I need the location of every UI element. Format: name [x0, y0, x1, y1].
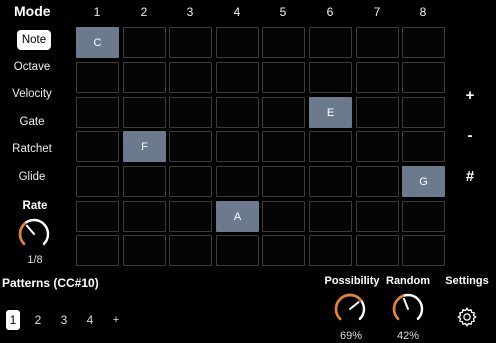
- grid-cell[interactable]: [216, 97, 259, 128]
- grid-cell[interactable]: [169, 131, 212, 162]
- grid-cell[interactable]: [356, 97, 399, 128]
- pattern-4-button[interactable]: 4: [82, 310, 98, 330]
- grid-cell[interactable]: [169, 27, 212, 58]
- grid-cell[interactable]: [169, 201, 212, 232]
- mode-title: Mode: [14, 3, 51, 19]
- grid-cell[interactable]: [216, 166, 259, 197]
- minus-button[interactable]: -: [459, 127, 481, 144]
- grid-cell[interactable]: [169, 235, 212, 266]
- possibility-knob[interactable]: [333, 292, 367, 326]
- grid-cell[interactable]: [402, 201, 445, 232]
- grid-cell[interactable]: [356, 27, 399, 58]
- mode-glide-button[interactable]: Glide: [6, 167, 58, 187]
- grid-cell[interactable]: [262, 131, 305, 162]
- mode-octave-button[interactable]: Octave: [6, 57, 58, 77]
- sharp-button[interactable]: #: [459, 168, 481, 185]
- column-number: 6: [326, 5, 334, 19]
- column-number: 5: [279, 5, 287, 19]
- grid-cell[interactable]: [262, 201, 305, 232]
- grid-cell[interactable]: [309, 131, 352, 162]
- rate-value: 1/8: [27, 254, 43, 266]
- random-label: Random: [386, 275, 430, 287]
- grid-cell[interactable]: [76, 97, 119, 128]
- grid-cell[interactable]: [216, 131, 259, 162]
- plus-button[interactable]: +: [459, 87, 481, 104]
- grid-cell[interactable]: [123, 62, 166, 93]
- grid-cell[interactable]: [356, 131, 399, 162]
- possibility-label: Possibility: [324, 275, 380, 287]
- grid-cell[interactable]: [76, 62, 119, 93]
- column-number: 4: [233, 5, 241, 19]
- grid-cell[interactable]: C: [76, 27, 119, 58]
- grid-cell[interactable]: [262, 27, 305, 58]
- rate-knob[interactable]: [17, 217, 51, 251]
- grid-cell[interactable]: [262, 235, 305, 266]
- pattern-2-button[interactable]: 2: [30, 310, 46, 330]
- column-number: 8: [419, 5, 427, 19]
- grid-cell[interactable]: [216, 62, 259, 93]
- random-knob[interactable]: [391, 292, 425, 326]
- grid-cell[interactable]: [402, 235, 445, 266]
- mode-ratchet-button[interactable]: Ratchet: [6, 139, 58, 159]
- grid-cell[interactable]: [309, 27, 352, 58]
- grid-cell[interactable]: [402, 97, 445, 128]
- grid-cell[interactable]: [76, 166, 119, 197]
- grid-cell[interactable]: [123, 27, 166, 58]
- pattern-3-button[interactable]: 3: [56, 310, 72, 330]
- grid-cell[interactable]: [123, 166, 166, 197]
- grid-cell[interactable]: [309, 201, 352, 232]
- grid-cell[interactable]: [216, 27, 259, 58]
- add-pattern-button[interactable]: +: [108, 310, 124, 330]
- mode-velocity-button[interactable]: Velocity: [6, 84, 58, 104]
- column-number: 2: [140, 5, 148, 19]
- grid-cell[interactable]: [262, 97, 305, 128]
- rate-label: Rate: [22, 200, 48, 212]
- grid-cell[interactable]: A: [216, 201, 259, 232]
- column-number: 7: [373, 5, 381, 19]
- grid-cell[interactable]: [169, 97, 212, 128]
- grid-cell[interactable]: [309, 62, 352, 93]
- grid-cell[interactable]: [402, 27, 445, 58]
- mode-note-button[interactable]: Note: [17, 30, 51, 50]
- grid-cell[interactable]: [76, 131, 119, 162]
- settings-label: Settings: [445, 275, 489, 287]
- grid-cell[interactable]: [123, 97, 166, 128]
- grid-cell[interactable]: [356, 201, 399, 232]
- grid-cell[interactable]: [76, 235, 119, 266]
- grid-cell[interactable]: [402, 131, 445, 162]
- possibility-value: 69%: [339, 330, 363, 342]
- patterns-title: Patterns (CC#10): [2, 276, 99, 290]
- grid-cell[interactable]: [262, 166, 305, 197]
- grid-cell[interactable]: [123, 235, 166, 266]
- column-number: 1: [93, 5, 101, 19]
- grid-cell[interactable]: F: [123, 131, 166, 162]
- column-number: 3: [186, 5, 194, 19]
- mode-gate-button[interactable]: Gate: [6, 112, 58, 132]
- random-value: 42%: [396, 330, 420, 342]
- grid-cell[interactable]: [402, 62, 445, 93]
- grid-cell[interactable]: [216, 235, 259, 266]
- grid-cell[interactable]: [309, 166, 352, 197]
- grid-cell[interactable]: G: [402, 166, 445, 197]
- grid-cell[interactable]: [262, 62, 305, 93]
- grid-cell[interactable]: E: [309, 97, 352, 128]
- grid-cell[interactable]: [169, 166, 212, 197]
- grid-cell[interactable]: [356, 62, 399, 93]
- gear-icon[interactable]: [456, 306, 478, 328]
- grid-cell[interactable]: [76, 201, 119, 232]
- grid-cell[interactable]: [356, 166, 399, 197]
- pattern-1-button[interactable]: 1: [6, 310, 20, 330]
- grid-cell[interactable]: [309, 235, 352, 266]
- grid-cell[interactable]: [169, 62, 212, 93]
- grid-cell[interactable]: [123, 201, 166, 232]
- grid-cell[interactable]: [356, 235, 399, 266]
